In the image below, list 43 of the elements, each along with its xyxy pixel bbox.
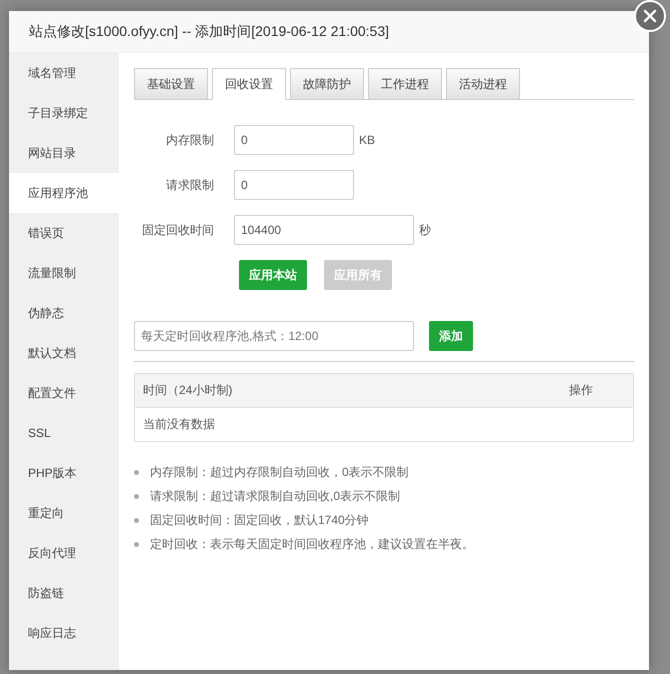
sidebar-item[interactable]: 默认文档 [9, 333, 119, 373]
sidebar-item[interactable]: 流量限制 [9, 253, 119, 293]
empty-message: 当前没有数据 [143, 416, 215, 433]
close-icon [643, 9, 657, 23]
sidebar-item[interactable]: SSL [9, 413, 119, 453]
column-header: 操作 [569, 382, 593, 399]
sidebar-item[interactable]: 域名管理 [9, 53, 119, 93]
help-note: 固定回收时间：固定回收，默认1740分钟 [150, 512, 369, 528]
close-button[interactable] [634, 0, 666, 32]
tab[interactable]: 回收设置 [212, 68, 286, 100]
help-note: 定时回收：表示每天固定时间回收程序池，建议设置在半夜。 [150, 536, 474, 552]
tab[interactable]: 基础设置 [134, 68, 208, 100]
unit-label: KB [359, 133, 376, 147]
sidebar-item[interactable]: 反向代理 [9, 533, 119, 573]
bullet-icon [134, 470, 139, 474]
input-field[interactable]: 0 [234, 125, 354, 155]
sidebar-item[interactable]: 应用程序池 [9, 173, 119, 213]
bullet-icon [134, 494, 139, 498]
tab[interactable]: 故障防护 [290, 68, 364, 100]
time-input-field[interactable]: 每天定时回收程序池,格式：12:00 [134, 321, 414, 351]
sidebar-item[interactable]: 子目录绑定 [9, 93, 119, 133]
tab[interactable]: 工作进程 [368, 68, 442, 100]
sidebar-item[interactable]: 网站目录 [9, 133, 119, 173]
bullet-icon [134, 542, 139, 546]
dialog-title: 站点修改[s1000.ofyy.cn] -- 添加时间[2019-06-12 21:00:53] [9, 11, 649, 53]
sidebar-item[interactable]: 伪静态 [9, 293, 119, 333]
tab[interactable]: 活动进程 [446, 68, 520, 100]
sidebar-item[interactable]: 重定向 [9, 493, 119, 533]
field-label: 请求限制 [165, 176, 214, 194]
bullet-icon [134, 518, 139, 522]
sidebar-item[interactable]: PHP版本 [9, 453, 119, 493]
sidebar-item[interactable]: 错误页 [9, 213, 119, 253]
field-label: 内存限制 [165, 132, 214, 148]
sidebar-item[interactable]: 配置文件 [9, 373, 119, 413]
column-header: 时间（24小时制) [143, 382, 232, 399]
help-note: 请求限制：超过请求限制自动回收,0表示不限制 [150, 488, 400, 504]
help-note: 内存限制：超过内存限制自动回收，0表示不限制 [150, 464, 409, 480]
sidebar-item[interactable]: 防盗链 [9, 573, 119, 613]
input-field[interactable]: 104400 [234, 215, 414, 245]
sidebar-item[interactable]: 响应日志 [9, 613, 119, 653]
unit-label: 秒 [419, 222, 431, 238]
input-field[interactable]: 0 [234, 170, 354, 200]
field-label: 固定回收时间 [141, 222, 214, 238]
